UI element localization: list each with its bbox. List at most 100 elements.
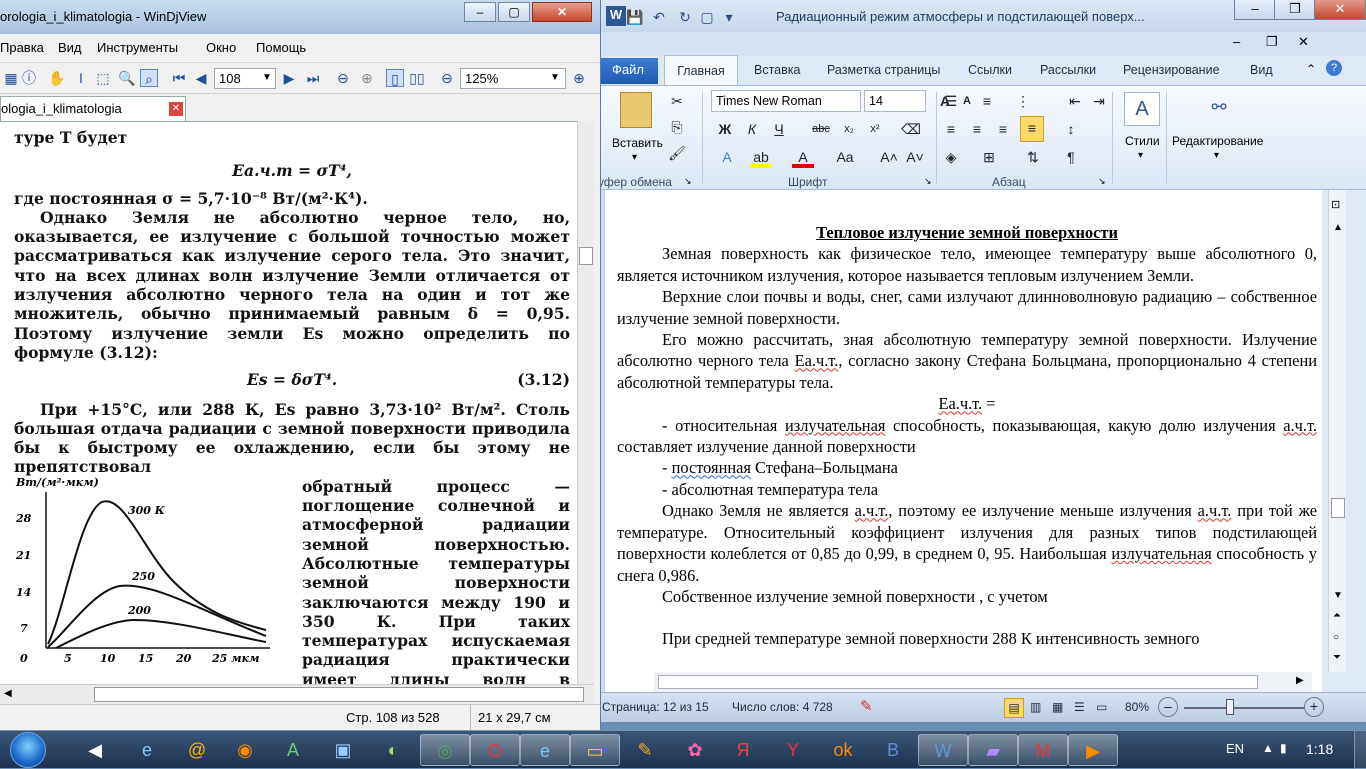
- djview-horizontal-scrollbar[interactable]: ◀: [0, 684, 594, 704]
- cut-icon[interactable]: ✂: [666, 90, 688, 112]
- tab-mailings[interactable]: Рассылки: [1040, 63, 1096, 77]
- align-center-icon[interactable]: ≡: [966, 118, 988, 140]
- document-icon[interactable]: ▢: [698, 8, 716, 26]
- two-pages-icon[interactable]: ▯▯: [408, 69, 426, 87]
- djview-hscroll-thumb[interactable]: [94, 687, 584, 702]
- info-icon[interactable]: ⓘ: [20, 69, 38, 87]
- show-desktop-button[interactable]: [1354, 731, 1366, 769]
- close-button[interactable]: ✕: [1314, 0, 1366, 20]
- hand-tool-icon[interactable]: ✋: [48, 69, 66, 87]
- tab-home[interactable]: Главная: [664, 55, 738, 86]
- taskbar-word-icon[interactable]: W: [918, 734, 968, 766]
- shading-icon[interactable]: ◈: [940, 146, 962, 168]
- taskbar-vk-icon[interactable]: B: [868, 734, 918, 766]
- zoom-in-icon[interactable]: +: [1304, 697, 1324, 717]
- rect-select-icon[interactable]: ⬚: [94, 69, 112, 87]
- undo-icon[interactable]: ↶: [650, 8, 668, 26]
- djview-minimize-button[interactable]: –: [464, 2, 496, 22]
- ribbon-close-icon[interactable]: ✕: [1298, 34, 1309, 50]
- forward-icon[interactable]: ⊕: [358, 69, 376, 87]
- full-screen-icon[interactable]: ▥: [1030, 700, 1041, 714]
- taskbar-mail-icon[interactable]: @: [172, 734, 222, 766]
- text-effects-icon[interactable]: A: [716, 146, 738, 168]
- minimize-button[interactable]: –: [1234, 0, 1276, 20]
- taskbar-app-a-icon[interactable]: A: [268, 734, 318, 766]
- binoculars-icon[interactable]: ⚯: [1204, 92, 1234, 122]
- save-icon[interactable]: 💾: [626, 8, 644, 26]
- paste-dropdown-icon[interactable]: ▾: [632, 152, 637, 163]
- tab-page-layout[interactable]: Разметка страницы: [827, 63, 940, 77]
- ribbon-collapse-icon[interactable]: ⌃: [1306, 62, 1316, 76]
- document-body[interactable]: Тепловое излучение земной поверхности Зе…: [617, 222, 1317, 650]
- web-layout-icon[interactable]: ▦: [1052, 700, 1063, 714]
- draft-icon[interactable]: ▭: [1096, 700, 1107, 714]
- first-page-icon[interactable]: ⏮: [170, 69, 188, 87]
- djvu-page-view[interactable]: туре T будет Eа.ч.т = σT⁴, где постоянна…: [0, 121, 577, 684]
- bold-icon[interactable]: Ж: [714, 118, 736, 140]
- taskbar-ok-icon[interactable]: ok: [818, 734, 868, 766]
- taskbar-game-icon[interactable]: ◐: [368, 734, 418, 766]
- redo-icon[interactable]: ↻: [676, 8, 694, 26]
- ribbon-minimize-icon[interactable]: –: [1233, 34, 1240, 49]
- justify-icon[interactable]: ≡: [1020, 116, 1044, 142]
- next-page-icon[interactable]: ▶: [280, 69, 298, 87]
- back-icon[interactable]: ⊖: [334, 69, 352, 87]
- hscroll-thumb[interactable]: [658, 675, 1258, 689]
- djview-vertical-scrollbar[interactable]: [577, 121, 594, 684]
- taskbar-save-icon[interactable]: ▣: [318, 734, 368, 766]
- language-indicator[interactable]: EN: [1226, 741, 1244, 756]
- borders-icon[interactable]: ⊞: [978, 146, 1000, 168]
- change-case-icon[interactable]: Aa: [834, 146, 856, 168]
- font-size-combo[interactable]: 14: [864, 90, 926, 112]
- taskbar-onenote-icon[interactable]: ▰: [968, 734, 1018, 766]
- subscript-icon[interactable]: x₂: [838, 118, 860, 140]
- taskbar-flower-icon[interactable]: ✿: [670, 734, 720, 766]
- zoom-in-djv-icon[interactable]: ⊕: [570, 69, 588, 87]
- hscroll-left-icon[interactable]: ◀: [4, 688, 12, 699]
- tab-references[interactable]: Ссылки: [968, 63, 1012, 77]
- copy-icon[interactable]: ⎘: [666, 116, 688, 138]
- proofing-icon[interactable]: ✎: [860, 697, 873, 715]
- tab-file[interactable]: Файл: [598, 58, 658, 84]
- line-spacing-icon[interactable]: ↕: [1060, 118, 1082, 140]
- numbering-icon[interactable]: ≡: [976, 90, 998, 112]
- next-page-icon[interactable]: ⏷: [1333, 652, 1341, 663]
- taskbar-firefox-icon[interactable]: ◉: [220, 734, 270, 766]
- document-tab[interactable]: ologia_i_klimatologia ✕: [0, 96, 186, 121]
- zoom-out-djv-icon[interactable]: ⊖: [438, 69, 456, 87]
- scroll-right-icon[interactable]: ▶: [1296, 675, 1304, 686]
- ribbon-restore-icon[interactable]: ❐: [1266, 34, 1278, 50]
- djview-scroll-thumb[interactable]: [579, 247, 593, 265]
- page-count[interactable]: Страница: 12 из 15: [602, 700, 709, 714]
- zoom-rect-icon[interactable]: ⌕: [140, 69, 158, 87]
- tab-view[interactable]: Вид: [1250, 63, 1273, 77]
- clipboard-launcher-icon[interactable]: ↘: [684, 176, 692, 187]
- taskbar-shield-icon[interactable]: M: [1018, 734, 1068, 766]
- outline-icon[interactable]: ☰: [1074, 700, 1085, 714]
- word-count[interactable]: Число слов: 4 728: [732, 700, 833, 714]
- styles-button[interactable]: Стили: [1125, 134, 1160, 148]
- prev-page-icon[interactable]: ⏶: [1333, 610, 1341, 621]
- sort-icon[interactable]: ⇅: [1022, 146, 1044, 168]
- taskbar-chrome-icon[interactable]: ◎: [420, 734, 470, 766]
- font-name-combo[interactable]: Times New Roman: [711, 90, 861, 112]
- styles-dropdown-icon[interactable]: ▾: [1138, 150, 1143, 161]
- format-painter-icon[interactable]: 🖌: [666, 142, 688, 164]
- zoom-slider-thumb[interactable]: [1226, 699, 1234, 715]
- shrink-font2-icon[interactable]: A˅: [904, 146, 926, 168]
- djview-maximize-button[interactable]: ▢: [498, 2, 530, 22]
- decrease-indent-icon[interactable]: ⇤: [1064, 90, 1086, 112]
- taskbar-yandex-icon[interactable]: Я: [718, 734, 768, 766]
- underline-icon[interactable]: Ч: [768, 118, 790, 140]
- font-launcher-icon[interactable]: ↘: [924, 176, 932, 187]
- increase-indent-icon[interactable]: ⇥: [1088, 90, 1110, 112]
- taskbar-ie-icon[interactable]: e: [122, 734, 172, 766]
- tray-expand-icon[interactable]: ▲: [1262, 741, 1274, 755]
- taskbar-opera-icon[interactable]: O: [470, 734, 520, 766]
- taskbar-yandex-browser-icon[interactable]: Y: [768, 734, 818, 766]
- paste-icon[interactable]: [620, 92, 652, 128]
- last-page-icon[interactable]: ⏭: [304, 69, 322, 87]
- scroll-up-icon[interactable]: ▲: [1333, 222, 1343, 233]
- show-marks-icon[interactable]: ¶: [1060, 146, 1082, 168]
- customize-qat-icon[interactable]: ▾: [720, 8, 738, 26]
